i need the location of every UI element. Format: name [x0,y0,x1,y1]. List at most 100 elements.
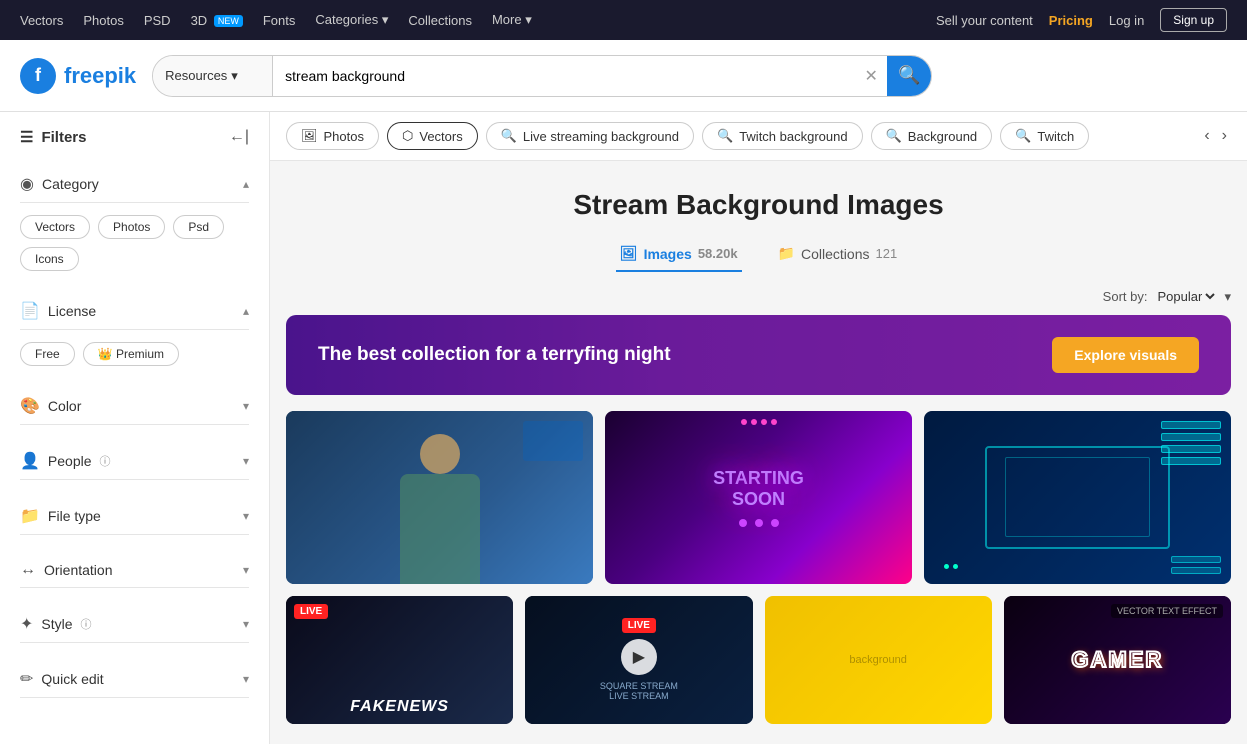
nav-vectors[interactable]: Vectors [20,13,63,28]
vectors-tab-label: Vectors [419,129,462,144]
search-category-label: Resources [165,68,227,83]
people-icon: 👤 [20,451,40,471]
live-badge-4: LIVE [294,604,328,619]
images-tab-icon: 🖼 [620,245,638,262]
top-nav-left: Vectors Photos PSD 3D NEW Fonts Categori… [20,12,532,28]
tabs-next-button[interactable]: › [1218,123,1231,149]
sidebar-title: ☰ Filters [20,128,86,146]
image-card-6[interactable]: background [765,596,992,724]
people-label: People [48,453,92,469]
tag-vectors[interactable]: Vectors [20,215,90,239]
vectors-tab-icon: ⬡ [402,128,413,144]
sub-tabs: 🖼 Images 58.20k 📁 Collections 121 [286,237,1231,272]
nav-fonts[interactable]: Fonts [263,13,296,28]
orientation-icon: ↔ [20,561,36,579]
tab-background[interactable]: 🔍 Background [871,122,993,150]
sub-tab-collections[interactable]: 📁 Collections 121 [774,237,902,272]
quick-edit-header[interactable]: ✏ Quick edit ▾ [20,661,249,698]
nav-photos[interactable]: Photos [83,13,123,28]
image-card-3[interactable] [924,411,1231,584]
search-input[interactable] [273,56,855,96]
main-content: 🖼 Photos ⬡ Vectors 🔍 Live streaming back… [270,112,1247,744]
tag-free[interactable]: Free [20,342,75,366]
people-header[interactable]: 👤 People ⓘ ▾ [20,443,249,480]
images-count: 58.20k [698,246,738,261]
photos-tab-label: Photos [324,129,364,144]
play-button-5[interactable]: ▶ [621,639,657,675]
tab-live-streaming[interactable]: 🔍 Live streaming background [486,122,694,150]
file-type-header[interactable]: 📁 File type ▾ [20,498,249,535]
page-title: Stream Background Images [286,189,1231,221]
people-chevron-down: ▾ [243,454,249,468]
image-card-2[interactable]: STARTINGSOON [605,411,912,584]
style-header[interactable]: ✦ Style ⓘ ▾ [20,606,249,643]
image-grid-bottom: LIVE FAKENEWS LIVE ▶ SQUARE STREAMLIVE S… [286,596,1231,724]
nav-login[interactable]: Log in [1109,13,1144,28]
nav-more[interactable]: More ▾ [492,12,532,28]
image-card-4[interactable]: LIVE FAKENEWS [286,596,513,724]
sort-select[interactable]: Popular [1153,288,1218,305]
search-category-dropdown[interactable]: Resources ▾ [153,56,273,96]
orientation-header[interactable]: ↔ Orientation ▾ [20,553,249,588]
file-type-label: File type [48,508,101,524]
filter-section-file-type: 📁 File type ▾ [20,498,249,535]
orientation-label: Orientation [44,562,112,578]
twitch-label: Twitch [1037,129,1074,144]
sort-by-label: Sort by: [1103,289,1148,304]
nav-pricing[interactable]: Pricing [1049,13,1093,28]
nav-psd[interactable]: PSD [144,13,171,28]
background-label: Background [908,129,977,144]
style-info-icon: ⓘ [81,616,92,632]
filter-section-license: 📄 License ▴ Free 👑 Premium [20,293,249,370]
file-type-chevron-down: ▾ [243,509,249,523]
top-nav: Vectors Photos PSD 3D NEW Fonts Categori… [0,0,1247,40]
tag-premium[interactable]: 👑 Premium [83,342,179,366]
license-header[interactable]: 📄 License ▴ [20,293,249,330]
tag-icons[interactable]: Icons [20,247,79,271]
signup-button[interactable]: Sign up [1160,8,1227,32]
people-info-icon: ⓘ [100,453,111,469]
collections-tab-label: Collections [801,246,869,262]
twitch-icon: 🔍 [1015,128,1031,144]
orientation-chevron-down: ▾ [243,563,249,577]
search-clear-button[interactable]: ✕ [855,56,887,96]
tabs-prev-button[interactable]: ‹ [1200,123,1213,149]
sub-tab-images[interactable]: 🖼 Images 58.20k [616,237,742,272]
category-header[interactable]: ◉ Category ▴ [20,166,249,203]
tab-vectors[interactable]: ⬡ Vectors [387,122,478,150]
nav-sell[interactable]: Sell your content [936,13,1033,28]
quick-edit-label: Quick edit [41,671,103,687]
category-chevron-up: ▴ [243,177,249,191]
filter-section-quick-edit: ✏ Quick edit ▾ [20,661,249,698]
logo-icon: f [20,58,56,94]
tab-twitch[interactable]: 🔍 Twitch [1000,122,1089,150]
license-icon: 📄 [20,301,40,321]
image-card-5[interactable]: LIVE ▶ SQUARE STREAMLIVE STREAM [525,596,752,724]
tag-photos[interactable]: Photos [98,215,165,239]
twitch-bg-icon: 🔍 [717,128,733,144]
style-chevron-down: ▾ [243,617,249,631]
filter-section-style: ✦ Style ⓘ ▾ [20,606,249,643]
sidebar: ☰ Filters ←| ◉ Category ▴ Vectors Photos… [0,112,270,744]
search-button[interactable]: 🔍 [887,56,931,96]
color-header[interactable]: 🎨 Color ▾ [20,388,249,425]
tab-twitch-background[interactable]: 🔍 Twitch background [702,122,863,150]
tag-psd[interactable]: Psd [173,215,224,239]
gamer-text: GAMER [1071,647,1163,673]
explore-visuals-button[interactable]: Explore visuals [1052,337,1199,373]
tab-photos[interactable]: 🖼 Photos [286,122,379,150]
nav-categories[interactable]: Categories ▾ [315,12,388,28]
nav-collections[interactable]: Collections [408,13,472,28]
quick-edit-icon: ✏ [20,669,33,689]
sidebar-collapse-button[interactable]: ←| [229,128,249,146]
collections-count: 121 [876,246,898,261]
logo[interactable]: f freepik [20,58,136,94]
image-card-7[interactable]: VECTOR TEXT EFFECT GAMER [1004,596,1231,724]
image-card-1[interactable] [286,411,593,584]
nav-3d[interactable]: 3D NEW [191,13,243,28]
3d-badge: NEW [214,15,243,27]
live-badge-5: LIVE [622,618,656,633]
chevron-down-icon: ▾ [231,68,238,84]
banner-text: The best collection for a terryfing nigh… [318,344,671,366]
filter-section-category: ◉ Category ▴ Vectors Photos Psd Icons [20,166,249,275]
